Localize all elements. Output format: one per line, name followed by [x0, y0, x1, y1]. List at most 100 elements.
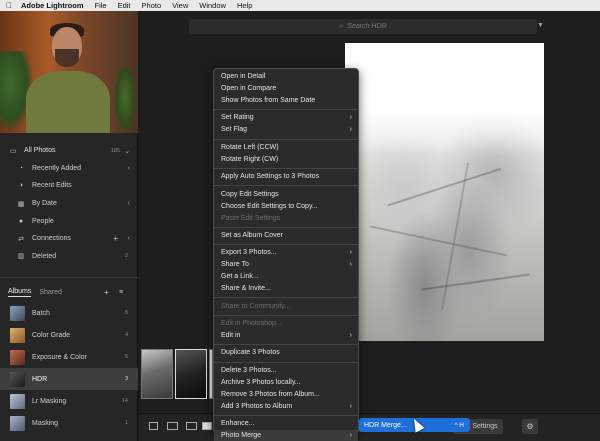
chevron-left-icon[interactable]: ‹ [128, 235, 130, 242]
sidebar-item-people[interactable]: ● People [0, 212, 138, 230]
menu-app-name[interactable]: Adobe Lightroom [21, 1, 84, 10]
album-label: Exposure & Color [32, 353, 87, 361]
menu-item-label: Add 3 Photos to Album [221, 402, 293, 410]
menu-file[interactable]: File [95, 1, 107, 10]
album-color-grade[interactable]: Color Grade 4 [0, 324, 138, 346]
chevron-left-icon[interactable]: ‹ [128, 200, 130, 207]
menu-item-enhance[interactable]: Enhance... [214, 418, 358, 430]
add-album-icon[interactable]: + [104, 288, 109, 297]
menu-item-open-in-compare[interactable]: Open in Compare [214, 83, 358, 95]
menu-edit[interactable]: Edit [118, 1, 131, 10]
menu-item-set-as-album-cover[interactable]: Set as Album Cover [214, 230, 358, 242]
sidebar-item-all-photos[interactable]: ▭ All Photos 185 ⌄ [0, 142, 138, 160]
filter-icon[interactable]: ▼ [537, 22, 544, 29]
album-batch[interactable]: Batch 5 [0, 302, 138, 324]
menu-item-share-to[interactable]: Share To › [214, 259, 358, 271]
album-label: HDR [32, 375, 48, 383]
sidebar-item-label: All Photos [24, 147, 56, 155]
menu-item-remove-3-photos-from-album[interactable]: Remove 3 Photos from Album... [214, 389, 358, 401]
menu-item-rotate-left-ccw[interactable]: Rotate Left (CCW) [214, 142, 358, 154]
add-connection-icon[interactable]: + [113, 234, 118, 243]
menu-separator [214, 344, 358, 346]
menu-item-label: Delete 3 Photos... [221, 366, 277, 374]
album-count: 1 [124, 420, 128, 426]
sidebar-item-by-date[interactable]: ▦ By Date ‹ [0, 195, 138, 213]
album-count: 14 [121, 398, 128, 404]
album-thumbnail [10, 393, 25, 409]
hdr-merge-shortcut: ^ H [454, 421, 464, 429]
menu-item-set-flag[interactable]: Set Flag › [214, 124, 358, 136]
menu-item-edit-in-photoshop: Edit in Photoshop... [214, 318, 358, 330]
tab-albums[interactable]: Albums [8, 288, 32, 297]
hdr-merge-label: HDR Merge... [364, 421, 407, 429]
chevron-left-icon[interactable]: ‹ [128, 165, 130, 172]
sidebar-item-label: Deleted [32, 252, 57, 260]
album-label: Masking [32, 419, 59, 427]
search-icon: ⌕ [339, 22, 344, 30]
album-exposure-color[interactable]: Exposure & Color 5 [0, 346, 138, 368]
menu-item-label: Open in Compare [221, 85, 277, 92]
album-count: 5 [124, 310, 128, 316]
sidebar-item-recently-added[interactable]: ◔ Recently Added ‹ [0, 160, 138, 178]
filmstrip-thumbnail[interactable] [141, 349, 173, 399]
menu-photo[interactable]: Photo [142, 1, 162, 10]
chevron-down-icon[interactable]: ⌄ [124, 147, 130, 155]
menu-window[interactable]: Window [199, 1, 226, 10]
menu-item-copy-edit-settings[interactable]: Copy Edit Settings [214, 189, 358, 201]
photo-context-menu: Open in Detail Open in Compare Show Photos… [213, 68, 359, 441]
filmstrip-thumbnail[interactable] [175, 349, 207, 399]
menu-item-show-photos-from-same-date[interactable]: Show Photos from Same Date [214, 95, 358, 107]
menu-item-label: Edit in [221, 332, 241, 339]
menu-item-paste-edit-settings: Paste Edit Settings [214, 213, 358, 225]
square-grid-icon[interactable] [149, 422, 158, 430]
menu-item-export-3-photos[interactable]: Export 3 Photos... › [214, 247, 358, 259]
menu-item-share-invite[interactable]: Share & Invite... [214, 283, 358, 295]
menu-item-apply-auto-settings-to-3-photos[interactable]: Apply Auto Settings to 3 Photos [214, 171, 358, 183]
album-thumbnail [10, 327, 25, 343]
album-masking[interactable]: Masking 1 [0, 412, 138, 434]
menu-item-open-in-detail[interactable]: Open in Detail [214, 71, 358, 83]
tab-shared[interactable]: Shared [39, 289, 62, 296]
search-input[interactable]: ⌕ Search HDR [189, 19, 537, 34]
menu-item-label: Share To [221, 261, 249, 269]
apple-icon[interactable]:  [6, 1, 12, 10]
menu-item-get-a-link[interactable]: Get a Link... [214, 271, 358, 283]
photo-grid-icon[interactable] [167, 422, 178, 430]
menu-item-edit-in[interactable]: Edit in › [214, 330, 358, 342]
sidebar-item-recent-edits[interactable]: ◑ Recent Edits [0, 177, 138, 195]
menu-separator [214, 138, 358, 140]
clock-icon: ◔ [18, 164, 24, 172]
menu-item-set-rating[interactable]: Set Rating › [214, 112, 358, 124]
menu-item-choose-edit-settings-to-copy[interactable]: Choose Edit Settings to Copy... [214, 201, 358, 213]
deleted-count: 2 [124, 253, 128, 260]
menu-item-label: Show Photos from Same Date [221, 97, 316, 104]
menu-view[interactable]: View [172, 1, 188, 10]
menu-item-label: Share to Community... [221, 302, 291, 310]
menu-item-label: Set Rating [221, 114, 254, 122]
menu-item-add-3-photos-to-album[interactable]: Add 3 Photos to Album › [214, 401, 358, 413]
menu-item-label: Enhance... [221, 420, 255, 428]
menu-item-duplicate-3-photos[interactable]: Duplicate 3 Photos [214, 347, 358, 359]
gear-icon[interactable]: ⚙ [522, 419, 538, 434]
calendar-icon: ▦ [17, 200, 25, 208]
menu-help[interactable]: Help [237, 1, 252, 10]
person-icon: ● [18, 217, 24, 225]
menu-item-label: Open in Detail [221, 73, 266, 80]
sidebar-item-deleted[interactable]: ▥ Deleted 2 [0, 248, 138, 266]
sidebar-item-connections[interactable]: ⇄ Connections + ‹ [0, 230, 138, 248]
menu-item-delete-3-photos[interactable]: Delete 3 Photos... [214, 365, 358, 377]
album-lr-masking[interactable]: Lr Masking 14 [0, 390, 138, 412]
menu-item-label: Rotate Left (CCW) [221, 143, 279, 151]
sort-icon[interactable]: ≡ [119, 289, 123, 296]
menu-item-label: Rotate Right (CW) [221, 155, 279, 163]
detail-view-icon[interactable] [186, 422, 197, 430]
single-view-icon[interactable] [202, 422, 212, 430]
sidebar-item-label: By Date [32, 200, 57, 208]
menu-item-rotate-right-cw[interactable]: Rotate Right (CW) [214, 154, 358, 166]
photos-icon: ▭ [9, 147, 17, 155]
photo-preview[interactable] [345, 43, 544, 341]
left-sidebar: ▭ All Photos 185 ⌄ ◔ Recently Added ‹ ◑ … [0, 11, 138, 441]
menu-item-archive-3-photos-locally[interactable]: Archive 3 Photos locally... [214, 377, 358, 389]
menu-item-photo-merge[interactable]: Photo Merge › [214, 430, 358, 441]
album-hdr[interactable]: HDR 3 [0, 368, 138, 390]
